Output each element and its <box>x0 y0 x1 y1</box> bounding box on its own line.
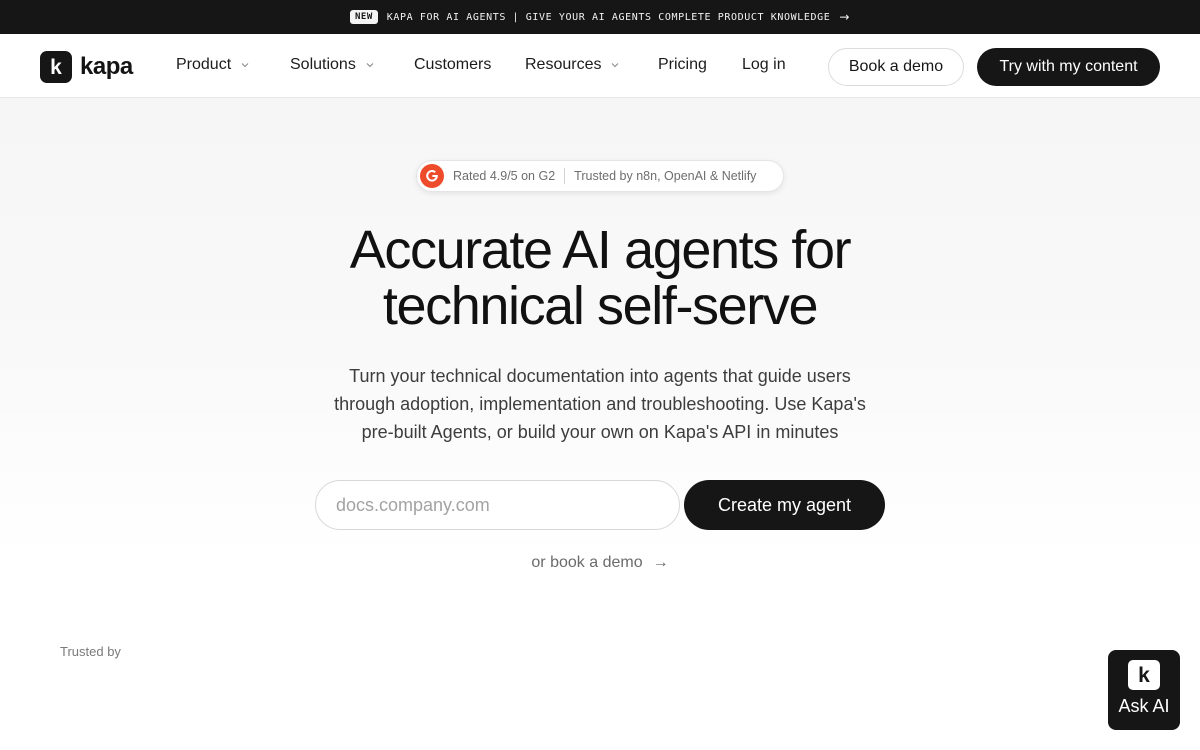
nav-item-label: Log in <box>742 56 786 73</box>
g2-logo-icon <box>420 164 444 188</box>
nav-item-label: Pricing <box>658 56 707 73</box>
trusted-by-label: Trusted by <box>60 644 121 659</box>
book-demo-link[interactable]: or book a demo → <box>0 554 1200 572</box>
nav-item-label: Solutions <box>290 56 356 73</box>
badge-divider <box>564 168 566 184</box>
nav-item-label: Resources <box>525 56 602 73</box>
kapa-logo-text: kapa <box>80 53 133 80</box>
arrow-right-icon: → <box>839 10 850 24</box>
docs-url-input[interactable] <box>315 480 680 530</box>
trusted-by-text: Trusted by n8n, OpenAI & Netlify <box>574 169 757 183</box>
nav-item-pricing[interactable]: Pricing <box>658 56 707 74</box>
nav-item-login[interactable]: Log in <box>742 56 786 74</box>
rating-text: Rated 4.9/5 on G2 <box>453 169 556 183</box>
announcement-text[interactable]: KAPA FOR AI AGENTS | GIVE YOUR AI AGENTS… <box>387 12 831 23</box>
hero-subtitle-line-1: Turn your technical documentation into a… <box>349 366 851 386</box>
book-demo-link-text: or book a demo <box>531 554 643 571</box>
nav-item-label: Customers <box>414 56 492 73</box>
chevron-down-icon <box>241 63 249 68</box>
kapa-logo-icon: k <box>1128 660 1160 690</box>
chevron-down-icon <box>612 63 619 68</box>
page-title: Accurate AI agents for technical self-se… <box>0 222 1200 334</box>
hero-section: Rated 4.9/5 on G2 Trusted by n8n, OpenAI… <box>0 98 1200 750</box>
page-title-line-1: Accurate AI agents for <box>349 220 852 280</box>
announcement-bar[interactable]: NEW KAPA FOR AI AGENTS | GIVE YOUR AI AG… <box>0 0 1200 34</box>
nav-item-label: Product <box>176 56 232 73</box>
kapa-logo[interactable]: k kapa <box>40 51 133 83</box>
rating-badge[interactable]: Rated 4.9/5 on G2 Trusted by n8n, OpenAI… <box>416 160 784 192</box>
ask-ai-button[interactable]: k Ask AI <box>1108 650 1180 730</box>
book-demo-button[interactable]: Book a demo <box>828 48 964 86</box>
hero-subtitle: Turn your technical documentation into a… <box>0 362 1200 446</box>
hero-subtitle-line-3: pre-built Agents, or build your own on K… <box>361 422 839 442</box>
arrow-right-icon: → <box>652 554 669 571</box>
nav-item-resources[interactable]: Resources <box>525 56 619 74</box>
create-agent-button[interactable]: Create my agent <box>684 480 885 530</box>
nav-item-product[interactable]: Product <box>176 56 249 74</box>
try-with-my-content-button[interactable]: Try with my content <box>977 48 1160 86</box>
hero-subtitle-line-2: through adoption, implementation and tro… <box>334 394 866 414</box>
top-navigation: k kapa Product Solutions Customers Resou… <box>0 34 1200 98</box>
chevron-down-icon <box>366 63 374 68</box>
new-badge: NEW <box>350 10 378 24</box>
nav-item-customers[interactable]: Customers <box>414 56 491 74</box>
kapa-logo-icon: k <box>40 51 72 83</box>
page-title-line-2: technical self-serve <box>382 276 819 336</box>
ask-ai-label: Ask AI <box>1118 696 1170 716</box>
nav-item-solutions[interactable]: Solutions <box>290 56 374 74</box>
